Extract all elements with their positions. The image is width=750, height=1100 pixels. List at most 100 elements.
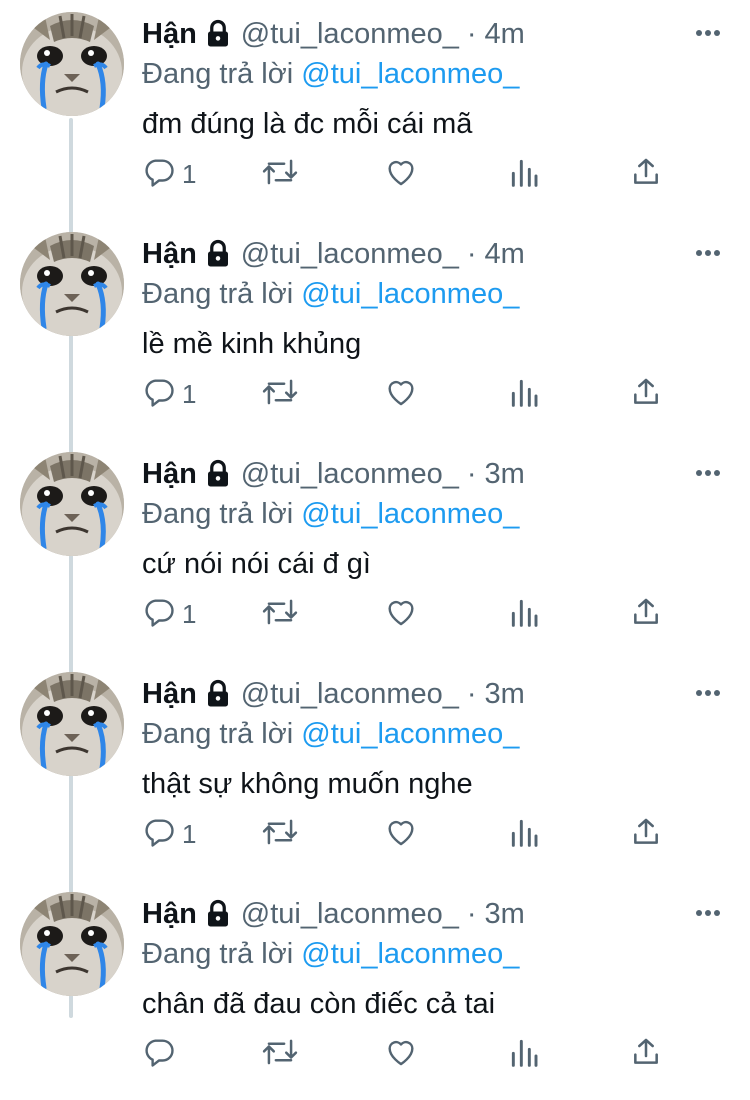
retweet-button[interactable] (262, 374, 298, 414)
stats-button[interactable] (508, 594, 540, 634)
tweet-header: Hận @tui_laconmeo_ · 3m (142, 894, 525, 934)
stats-icon (508, 375, 540, 414)
heart-icon (384, 595, 418, 634)
timestamp[interactable]: 3m (485, 894, 525, 934)
avatar[interactable] (20, 672, 124, 776)
more-icon[interactable] (694, 242, 722, 264)
replying-to-mention[interactable]: @tui_laconmeo_ (301, 278, 519, 310)
share-button[interactable] (630, 154, 662, 194)
timestamp[interactable]: 3m (485, 454, 525, 494)
reply-button[interactable]: 1 (142, 154, 196, 194)
separator-dot: · (466, 18, 477, 50)
tweet[interactable]: Hận @tui_laconmeo_ · 4m Đang trả lời @tu… (0, 220, 750, 440)
timestamp[interactable]: 3m (485, 674, 525, 714)
reply-icon (142, 1035, 176, 1074)
replying-to-label: Đang trả lời (142, 498, 294, 530)
stats-button[interactable] (508, 814, 540, 854)
tweet[interactable]: Hận @tui_laconmeo_ · 3m Đang trả lời @tu… (0, 880, 750, 1100)
more-icon[interactable] (694, 682, 722, 704)
like-button[interactable] (384, 814, 418, 854)
stats-button[interactable] (508, 154, 540, 194)
retweet-icon (262, 1035, 298, 1074)
replying-to-mention[interactable]: @tui_laconmeo_ (301, 498, 519, 530)
reply-icon (142, 155, 176, 194)
display-name[interactable]: Hận (142, 894, 197, 934)
timestamp[interactable]: 4m (485, 14, 525, 54)
display-name[interactable]: Hận (142, 454, 197, 494)
like-button[interactable] (384, 154, 418, 194)
replying-to-label: Đang trả lời (142, 938, 294, 970)
replying-to-label: Đang trả lời (142, 718, 294, 750)
like-button[interactable] (384, 374, 418, 414)
retweet-icon (262, 815, 298, 854)
replying-to: Đang trả lời @tui_laconmeo_ (142, 934, 519, 974)
tweet-text: lề mề kinh khủng (142, 328, 362, 360)
lock-icon (203, 19, 233, 49)
reply-icon (142, 595, 176, 634)
reply-button[interactable]: 1 (142, 814, 196, 854)
reply-button[interactable]: 1 (142, 594, 196, 634)
tweet-actions: 1 (0, 814, 750, 854)
heart-icon (384, 1035, 418, 1074)
retweet-button[interactable] (262, 814, 298, 854)
tweet[interactable]: Hận @tui_laconmeo_ · 3m Đang trả lời @tu… (0, 440, 750, 660)
user-handle[interactable]: @tui_laconmeo_ (241, 894, 459, 934)
user-handle[interactable]: @tui_laconmeo_ (241, 454, 459, 494)
replying-to-mention[interactable]: @tui_laconmeo_ (301, 58, 519, 90)
avatar[interactable] (20, 12, 124, 116)
replying-to-label: Đang trả lời (142, 58, 294, 90)
user-handle[interactable]: @tui_laconmeo_ (241, 674, 459, 714)
like-button[interactable] (384, 594, 418, 634)
replying-to-mention[interactable]: @tui_laconmeo_ (301, 718, 519, 750)
separator-dot: · (466, 898, 477, 930)
share-button[interactable] (630, 1034, 662, 1074)
reply-icon (142, 815, 176, 854)
stats-icon (508, 1035, 540, 1074)
replying-to: Đang trả lời @tui_laconmeo_ (142, 54, 519, 94)
user-handle[interactable]: @tui_laconmeo_ (241, 14, 459, 54)
avatar[interactable] (20, 232, 124, 336)
avatar[interactable] (20, 452, 124, 556)
reply-count: 1 (182, 818, 197, 849)
reply-button[interactable] (142, 1034, 176, 1074)
like-button[interactable] (384, 1034, 418, 1074)
display-name[interactable]: Hận (142, 14, 197, 54)
replying-to-mention[interactable]: @tui_laconmeo_ (301, 938, 519, 970)
more-icon[interactable] (694, 462, 722, 484)
tweet[interactable]: Hận @tui_laconmeo_ · 3m Đang trả lời @tu… (0, 660, 750, 880)
retweet-button[interactable] (262, 154, 298, 194)
reply-count: 1 (182, 598, 197, 629)
share-button[interactable] (630, 374, 662, 414)
tweet[interactable]: Hận @tui_laconmeo_ · 4m Đang trả lời @tu… (0, 0, 750, 220)
tweet-actions (0, 1034, 750, 1074)
tweet-actions: 1 (0, 594, 750, 634)
retweet-button[interactable] (262, 594, 298, 634)
user-handle[interactable]: @tui_laconmeo_ (241, 234, 459, 274)
replying-to: Đang trả lời @tui_laconmeo_ (142, 494, 519, 534)
reply-button[interactable]: 1 (142, 374, 196, 414)
stats-icon (508, 155, 540, 194)
retweet-button[interactable] (262, 1034, 298, 1074)
more-icon[interactable] (694, 22, 722, 44)
lock-icon (203, 679, 233, 709)
stats-button[interactable] (508, 1034, 540, 1074)
heart-icon (384, 375, 418, 414)
stats-button[interactable] (508, 374, 540, 414)
timestamp[interactable]: 4m (485, 234, 525, 274)
lock-icon (203, 239, 233, 269)
tweet-text: thật sự không muốn nghe (142, 768, 473, 800)
lock-icon (203, 899, 233, 929)
heart-icon (384, 815, 418, 854)
share-icon (630, 375, 662, 414)
tweet-header: Hận @tui_laconmeo_ · 3m (142, 454, 525, 494)
more-icon[interactable] (694, 902, 722, 924)
share-button[interactable] (630, 594, 662, 634)
display-name[interactable]: Hận (142, 234, 197, 274)
separator-dot: · (466, 678, 477, 710)
heart-icon (384, 155, 418, 194)
share-button[interactable] (630, 814, 662, 854)
share-icon (630, 1035, 662, 1074)
display-name[interactable]: Hận (142, 674, 197, 714)
avatar[interactable] (20, 892, 124, 996)
replying-to: Đang trả lời @tui_laconmeo_ (142, 274, 519, 314)
